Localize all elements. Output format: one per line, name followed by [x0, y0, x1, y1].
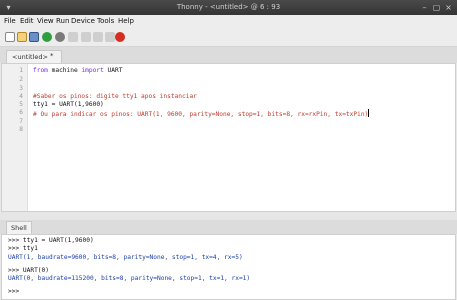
- close-icon[interactable]: ×: [444, 3, 453, 12]
- minimize-icon[interactable]: –: [420, 3, 429, 12]
- shell-tab-strip: Shell: [0, 220, 457, 234]
- code-text: machine: [47, 67, 82, 74]
- code-line: # Ou para indicar os pinos: UART(1, 9600…: [33, 109, 370, 118]
- open-file-icon[interactable]: [17, 32, 27, 42]
- shell-line: >>> tty1 = UART(1,9600): [8, 237, 94, 244]
- tab-label: <untitled>: [12, 53, 48, 61]
- step-out-icon[interactable]: [93, 32, 103, 42]
- pane-divider[interactable]: [0, 212, 457, 220]
- step-into-icon[interactable]: [81, 32, 91, 42]
- shell-line: >>> UART(0): [8, 267, 49, 274]
- menu-file[interactable]: File: [4, 17, 16, 25]
- keyword: import: [81, 67, 104, 74]
- resume-icon[interactable]: [105, 32, 115, 42]
- shell-tab-label: Shell: [11, 224, 27, 232]
- line-number: 8: [19, 126, 23, 133]
- line-number-gutter: 1 2 3 4 5 6 7 8: [2, 64, 28, 211]
- debug-icon[interactable]: [55, 32, 65, 42]
- line-number: 5: [19, 101, 23, 108]
- window-title: Thonny - <untitled> @ 6 : 93: [176, 3, 281, 11]
- line-number: 4: [19, 93, 23, 100]
- code-line: from machine import UART: [33, 67, 122, 74]
- title-bar: ▾ Thonny - <untitled> @ 6 : 93 – ▢ ×: [0, 0, 457, 15]
- stop-icon[interactable]: [115, 32, 125, 42]
- line-number: 6: [19, 109, 23, 116]
- toolbar: [0, 28, 457, 47]
- tab-shell[interactable]: Shell: [6, 221, 32, 234]
- menu-edit[interactable]: Edit: [20, 17, 34, 25]
- code-comment: #Saber os pinos: digite tty1 apos instan…: [33, 93, 197, 100]
- code-text: UART: [103, 67, 123, 74]
- line-number: 2: [19, 76, 23, 83]
- line-number: 7: [19, 118, 23, 125]
- save-file-icon[interactable]: [29, 32, 39, 42]
- maximize-icon[interactable]: ▢: [432, 3, 441, 12]
- new-file-icon[interactable]: [5, 32, 15, 42]
- tab-close-icon[interactable]: *: [50, 52, 54, 60]
- text-cursor: [368, 109, 370, 117]
- line-number: 3: [19, 85, 23, 92]
- menu-bar: File Edit View Run Device Tools Help: [0, 15, 457, 28]
- menu-view[interactable]: View: [37, 17, 54, 25]
- shell-prompt[interactable]: >>>: [8, 288, 19, 295]
- code-editor[interactable]: 1 2 3 4 5 6 7 8 from machine import UART…: [1, 63, 456, 212]
- step-over-icon[interactable]: [68, 32, 78, 42]
- code-line: tty1 = UART(1,9600): [33, 101, 104, 108]
- shell-output: UART(0, baudrate=115200, bits=8, parity=…: [8, 275, 251, 282]
- run-icon[interactable]: [42, 32, 52, 42]
- menu-run[interactable]: Run: [56, 17, 69, 25]
- shell-line: >>> tty1: [8, 245, 38, 252]
- menu-device[interactable]: Device: [71, 17, 95, 25]
- tab-untitled[interactable]: <untitled> *: [6, 50, 62, 63]
- line-number: 1: [19, 67, 23, 74]
- editor-tab-strip: <untitled> *: [0, 47, 457, 63]
- code-comment: # Ou para indicar os pinos: UART(1, 9600…: [33, 111, 369, 118]
- menu-tools[interactable]: Tools: [97, 17, 114, 25]
- keyword: from: [33, 67, 48, 74]
- shell-output: UART(1, baudrate=9600, bits=8, parity=No…: [8, 254, 243, 261]
- shell-console[interactable]: >>> tty1 = UART(1,9600) >>> tty1 UART(1,…: [1, 234, 456, 300]
- menu-help[interactable]: Help: [118, 17, 134, 25]
